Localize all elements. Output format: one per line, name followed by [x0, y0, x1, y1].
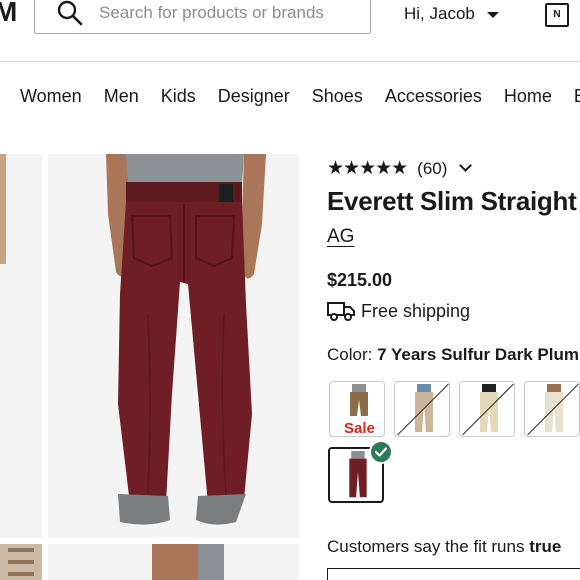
size-select[interactable]: [327, 568, 580, 580]
nav-item-truncated[interactable]: B: [574, 86, 580, 107]
color-swatch-stone-unavailable[interactable]: [394, 381, 450, 437]
brand-mark-icon[interactable]: N: [545, 3, 569, 27]
color-label: Color:: [327, 345, 373, 364]
search-bar[interactable]: Search for products or brands: [34, 0, 371, 34]
rating-summary[interactable]: ★★★★★ (60): [327, 157, 473, 180]
product-image-thumbnail[interactable]: [0, 154, 42, 538]
brand-link[interactable]: AG: [327, 226, 354, 248]
product-title: Everett Slim Straight: [327, 186, 577, 216]
color-swatch-ivory-unavailable[interactable]: [524, 381, 580, 437]
nav-item-shoes[interactable]: Shoes: [312, 86, 363, 107]
nav-item-home[interactable]: Home: [504, 86, 552, 107]
greeting-text: Hi, Jacob: [404, 4, 475, 23]
rating-stars: ★★★★★: [327, 158, 408, 179]
chevron-down-icon: [486, 12, 499, 18]
nav-item-accessories[interactable]: Accessories: [385, 86, 482, 107]
product-image-thumbnail[interactable]: [0, 544, 42, 580]
search-input[interactable]: Search for products or brands: [99, 3, 324, 23]
account-menu[interactable]: Hi, Jacob: [404, 4, 499, 24]
shipping-text: Free shipping: [361, 300, 471, 321]
category-nav: Women Men Kids Designer Shoes Accessorie…: [20, 86, 580, 107]
color-swatch-cream-unavailable[interactable]: [459, 381, 515, 437]
product-image-main[interactable]: [48, 154, 299, 538]
sale-badge: Sale: [344, 420, 375, 437]
truck-icon: [327, 302, 355, 321]
nav-item-men[interactable]: Men: [104, 86, 139, 107]
nav-item-designer[interactable]: Designer: [218, 86, 290, 107]
fit-value: true: [529, 537, 562, 556]
search-icon: [57, 0, 83, 26]
color-value: 7 Years Sulfur Dark Plum: [377, 345, 579, 364]
color-selection: Color: 7 Years Sulfur Dark Plum: [327, 345, 579, 365]
color-swatch-khaki[interactable]: Sale: [329, 381, 385, 437]
store-logo[interactable]: M: [0, 0, 17, 28]
product-image-thumbnail[interactable]: [48, 544, 299, 580]
product-price: $215.00: [327, 270, 393, 290]
chevron-down-icon: [459, 159, 473, 172]
review-count: (60): [417, 158, 448, 178]
fit-text: Customers say the fit runs: [327, 537, 525, 556]
shipping-info: Free shipping: [327, 300, 470, 322]
nav-item-kids[interactable]: Kids: [161, 86, 196, 107]
selected-check-icon: [369, 440, 393, 464]
nav-item-women[interactable]: Women: [20, 86, 82, 107]
fit-summary: Customers say the fit runs true: [327, 537, 561, 557]
header-divider: [0, 61, 580, 62]
